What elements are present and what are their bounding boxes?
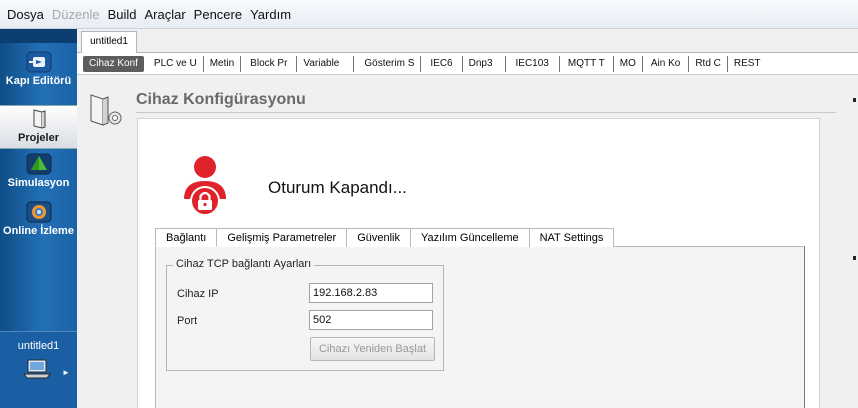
- tab-yazilim-guncelleme[interactable]: Yazılım Güncelleme: [409, 228, 530, 247]
- config-tab-iec103[interactable]: IEC103: [506, 55, 560, 72]
- tab-nat-settings[interactable]: NAT Settings: [528, 228, 615, 247]
- config-tab-plc[interactable]: PLC ve U: [148, 55, 204, 72]
- menu-build[interactable]: Build: [105, 0, 142, 29]
- page-title: Cihaz Konfigürasyonu: [136, 91, 306, 108]
- device-config-icon: [90, 94, 122, 126]
- config-tab-dnp3[interactable]: Dnp3: [463, 55, 506, 72]
- document-tab-strip: untitled1: [77, 29, 858, 53]
- laptop-icon[interactable]: [22, 358, 52, 380]
- menu-yardim[interactable]: Yardım: [247, 0, 296, 29]
- tab-guvenlik[interactable]: Güvenlik: [346, 228, 411, 247]
- tab-baglanti[interactable]: Bağlantı: [155, 228, 218, 247]
- sidebar-item-label: Online İzleme: [3, 225, 74, 237]
- scroll-marker: [853, 256, 856, 260]
- menu-dosya[interactable]: Dosya: [4, 0, 49, 29]
- sidebar-item-label: Projeler: [18, 132, 59, 144]
- sidebar: Kapı Editörü Projeler Simulasyon Online …: [0, 29, 77, 408]
- sidebar-item-projeler[interactable]: Projeler: [0, 105, 77, 149]
- restart-device-button[interactable]: Cihazı Yeniden Başlat: [310, 337, 435, 361]
- config-tab-variable[interactable]: Variable: [297, 55, 355, 72]
- config-tab-mo[interactable]: MO: [614, 55, 643, 72]
- sidebar-item-label: Kapı Editörü: [5, 75, 72, 87]
- config-tab-mqtt[interactable]: MQTT T: [560, 55, 614, 72]
- menu-pencere[interactable]: Pencere: [191, 0, 247, 29]
- expand-arrow-icon[interactable]: ►: [62, 368, 70, 377]
- sidebar-header: [0, 29, 77, 43]
- gateway-editor-icon: [26, 51, 51, 73]
- config-tab-ain[interactable]: Ain Ko: [643, 55, 690, 72]
- tab-gelismis-parametreler[interactable]: Gelişmiş Parametreler: [216, 228, 348, 247]
- menu-duzenle[interactable]: Düzenle: [49, 0, 105, 29]
- inner-tab-bar: Bağlantı Gelişmiş Parametreler Güvenlik …: [155, 228, 615, 247]
- session-status-text: Oturum Kapandı...: [268, 178, 407, 197]
- sidebar-item-kapi-editoru[interactable]: Kapı Editörü: [0, 51, 77, 103]
- config-tab-metin[interactable]: Metin: [204, 55, 242, 72]
- title-divider: [136, 112, 836, 113]
- config-tab-gosterim[interactable]: Gösterim S: [354, 55, 422, 72]
- menu-araclar[interactable]: Araçlar: [141, 0, 190, 29]
- ip-label: Cihaz IP: [177, 288, 219, 300]
- ip-input[interactable]: [309, 283, 433, 303]
- config-tab-rest[interactable]: REST: [728, 56, 767, 72]
- logged-out-user-icon: [184, 156, 226, 216]
- document-tab[interactable]: untitled1: [81, 31, 137, 53]
- sidebar-item-label: Simulasyon: [7, 177, 70, 189]
- sidebar-item-online-izleme[interactable]: Online İzleme: [0, 201, 77, 247]
- config-tab-iec6[interactable]: IEC6: [421, 55, 463, 72]
- sidebar-item-simulasyon[interactable]: Simulasyon: [0, 153, 77, 199]
- menu-bar: Dosya Düzenle Build Araçlar Pencere Yard…: [0, 0, 858, 29]
- projects-icon: [33, 109, 45, 129]
- project-panel[interactable]: untitled1 ►: [0, 331, 77, 408]
- config-toolbar: Cihaz Konf PLC ve U Metin Block Pr Varia…: [77, 53, 858, 75]
- port-label: Port: [177, 315, 198, 327]
- scroll-marker: [853, 98, 856, 102]
- simulation-icon: [26, 153, 51, 175]
- config-tab-block[interactable]: Block Pr: [241, 55, 298, 72]
- port-input[interactable]: [309, 310, 433, 330]
- config-tab-rtd[interactable]: Rtd C: [689, 55, 728, 72]
- tcp-settings-group-title: Cihaz TCP bağlantı Ayarları: [173, 258, 315, 270]
- config-tab-cihaz-konf[interactable]: Cihaz Konf: [83, 55, 144, 72]
- project-name: untitled1: [17, 340, 60, 352]
- online-monitor-icon: [26, 201, 51, 223]
